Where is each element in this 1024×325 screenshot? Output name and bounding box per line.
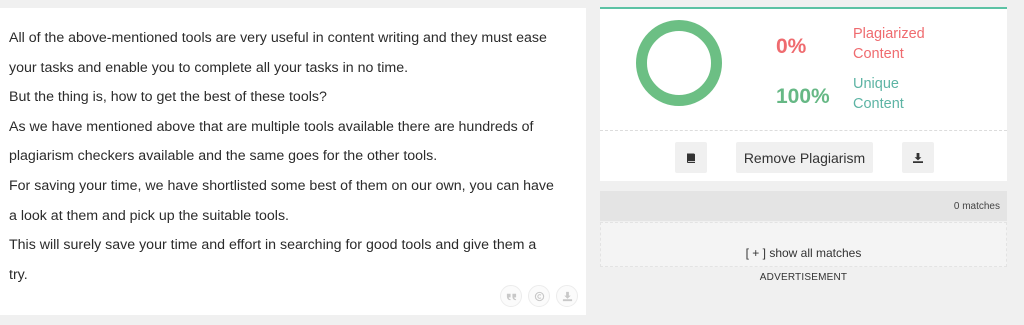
text-actions — [500, 285, 578, 307]
unique-label-line: Content — [853, 96, 904, 112]
article-line: As we have mentioned above that are mult… — [9, 118, 534, 135]
article-line: try. — [9, 266, 28, 283]
book-icon — [687, 153, 695, 163]
result-donut-chart — [636, 20, 722, 106]
article-line: All of the above-mentioned tools are ver… — [9, 30, 547, 46]
download-report-button[interactable] — [902, 142, 934, 173]
show-all-matches-link[interactable]: [ + ] show all matches — [601, 246, 1006, 260]
quote-button[interactable] — [500, 285, 522, 307]
remove-plagiarism-button[interactable]: Remove Plagiarism — [736, 142, 873, 173]
quote-icon — [506, 293, 516, 300]
matches-count: 0 matches — [953, 200, 1000, 212]
unique-label: Unique Content — [853, 74, 933, 114]
article-line: But the thing is, how to get the best of… — [9, 89, 327, 106]
advertisement-label: ADVERTISEMENT — [759, 272, 848, 283]
download-text-button[interactable] — [556, 285, 578, 307]
article-line: For saving your time, we have shortliste… — [9, 177, 554, 194]
unique-label-line: Unique — [853, 76, 899, 92]
report-button[interactable] — [675, 142, 707, 173]
plagiarized-percent: 0% — [776, 35, 807, 58]
matches-list: [ + ] show all matches — [600, 222, 1007, 267]
copyright-icon — [534, 291, 544, 301]
copyright-button[interactable] — [528, 285, 550, 307]
article-line: plagiarism checkers available and the sa… — [9, 148, 438, 165]
plagiarized-label-line: Content — [853, 46, 904, 62]
donut-ring — [636, 20, 722, 106]
download-icon — [913, 152, 923, 163]
plagiarized-label-line: Plagiarized — [853, 26, 925, 42]
unique-percent: 100% — [776, 85, 830, 108]
matches-count-bar: 0 matches — [600, 191, 1007, 221]
divider — [600, 130, 1007, 131]
article-text-panel: All of the above-mentioned tools are ver… — [0, 8, 586, 315]
download-icon — [562, 291, 572, 301]
plagiarized-label: Plagiarized Content — [853, 24, 925, 64]
plagiarism-result-card: 0% Plagiarized Content 100% Unique Conte… — [600, 7, 1007, 181]
article-line: This will surely save your time and effo… — [9, 237, 537, 254]
article-line: your tasks and enable you to complete al… — [9, 59, 409, 76]
article-line: a look at them and pick up the suitable … — [9, 207, 289, 224]
